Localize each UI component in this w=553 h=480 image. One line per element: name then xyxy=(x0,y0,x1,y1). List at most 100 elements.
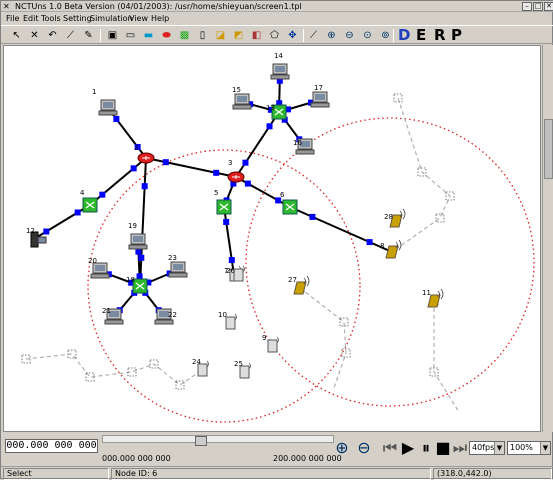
link-5-7 xyxy=(223,206,235,276)
toolbar-separator xyxy=(100,29,101,42)
hub-icon[interactable]: ▬ xyxy=(141,28,156,43)
node-label: 15 xyxy=(232,86,241,94)
mobile-node-icon[interactable]: ▯ xyxy=(195,28,210,43)
host-icon[interactable]: ▣ xyxy=(105,28,120,43)
zoom-in-icon[interactable]: ⊕ xyxy=(333,439,351,457)
topology-svg: 1234 5 6789101112131415161718192021 222324 2… xyxy=(21,52,535,423)
range-circle xyxy=(87,149,361,423)
move-icon[interactable]: ✥ xyxy=(285,28,300,43)
host-screen xyxy=(275,66,285,72)
stop-icon[interactable]: ■ xyxy=(434,439,452,457)
title-bar[interactable]: ✕ NCTUns 1.0 Beta Version (04/01/2003): … xyxy=(1,1,553,12)
node-15: 15 xyxy=(232,86,252,110)
menu-simulation[interactable]: Simulation xyxy=(90,13,133,25)
mode-run-button[interactable]: R xyxy=(434,27,446,44)
status-node-id: Node ID: 6 xyxy=(111,468,431,480)
menu-setting[interactable]: Setting xyxy=(63,13,92,25)
time-slider-thumb[interactable] xyxy=(195,436,208,446)
link-2-4 xyxy=(89,157,147,206)
maximize-button[interactable]: □ xyxy=(533,2,543,11)
zoom-value: 100% xyxy=(510,443,533,452)
menu-tools[interactable]: Tools xyxy=(41,13,61,25)
fps-select[interactable]: 40fps ▼ xyxy=(469,441,505,455)
bus-icon[interactable]: ◩ xyxy=(231,28,246,43)
close-button[interactable]: ✕ xyxy=(544,2,553,11)
movement-path xyxy=(433,301,460,413)
mobile-icon xyxy=(267,339,278,353)
play-icon[interactable]: ▶ xyxy=(399,439,417,457)
mobile-icon xyxy=(225,316,236,330)
host-base xyxy=(232,104,252,110)
host-screen xyxy=(103,102,113,108)
port-marker xyxy=(43,228,50,235)
node-label: 25 xyxy=(234,360,243,368)
switch-icon[interactable]: ▭ xyxy=(123,28,138,43)
node-20: 20 xyxy=(88,257,110,279)
zoom-out-icon[interactable]: ⊖ xyxy=(355,439,373,457)
vertical-scrollbar[interactable] xyxy=(542,45,553,432)
link-4-12 xyxy=(33,204,91,240)
mode-draw-button[interactable]: D xyxy=(398,27,410,44)
port-marker xyxy=(244,180,251,187)
wlan-ap-icon[interactable]: ▩ xyxy=(177,28,192,43)
port-marker xyxy=(366,239,373,246)
node-25: 25 xyxy=(234,360,251,379)
mode-play-button[interactable]: P xyxy=(451,27,462,44)
menu-edit[interactable]: Edit xyxy=(23,13,39,25)
node-label: 2 xyxy=(134,144,138,152)
zoom-select[interactable]: 100% ▼ xyxy=(507,441,551,455)
node-label: 21 xyxy=(102,307,111,315)
node-9: 9 xyxy=(262,334,279,353)
port-marker xyxy=(113,116,120,122)
fast-forward-icon[interactable]: ⏭ xyxy=(451,439,469,457)
node-label: 9 xyxy=(262,334,266,342)
scrollbar-thumb[interactable] xyxy=(544,119,553,179)
node-label: 19 xyxy=(128,222,137,230)
link-3-13 xyxy=(235,111,280,178)
port-marker xyxy=(242,159,249,166)
playback-panel: 000.000 000 000 000.000 000 000 200.000 … xyxy=(1,433,553,466)
movement-path xyxy=(391,97,451,253)
node-17: 17 xyxy=(310,84,330,108)
node-23: 23 xyxy=(168,254,188,278)
node-14: 14 xyxy=(270,52,290,80)
current-time-field[interactable]: 000.000 000 000 xyxy=(5,439,98,453)
menu-help[interactable]: Help xyxy=(151,13,169,25)
status-mode: Select xyxy=(3,468,109,480)
node-26: 26 xyxy=(226,265,245,282)
draw-icon[interactable]: ⟋ xyxy=(306,28,321,43)
menu-view[interactable]: View xyxy=(129,13,148,25)
status-bar: Select Node ID: 6 (318.0,442.0) xyxy=(1,466,553,480)
host-base xyxy=(310,102,330,108)
topology-canvas[interactable]: 1 2 3 4 5 6 7 8 9 10 11 12 13 14 15 16 17 18 19 20 21 22 23 24 2… xyxy=(3,45,541,432)
zoom-reset-icon[interactable]: ⊚ xyxy=(378,28,393,43)
pause-icon[interactable]: ⏸ xyxy=(417,439,435,457)
undo-icon[interactable]: ↶ xyxy=(45,28,60,43)
router-icon[interactable]: ⬬ xyxy=(159,28,174,43)
node-label: 1 xyxy=(92,88,96,96)
phone-icon[interactable]: ◪ xyxy=(213,28,228,43)
pointer-icon[interactable]: ↖ xyxy=(9,28,24,43)
host-base xyxy=(295,149,315,155)
mode-edit-button[interactable]: E xyxy=(416,27,426,44)
movement-path xyxy=(25,353,203,386)
zoom-fit-icon[interactable]: ⊙ xyxy=(360,28,375,43)
host-screen xyxy=(133,236,143,242)
time-slider[interactable] xyxy=(102,435,334,446)
link-icon[interactable]: ⟋ xyxy=(63,28,78,43)
zoom-out-icon[interactable]: ⊖ xyxy=(342,28,357,43)
rewind-icon[interactable]: ⏮ xyxy=(381,439,399,457)
toolbar: ↖ ✕ ↶ ⟋ ✎ ▣ ▭ ▬ ⬬ ▩ ▯ ◪ ◩ ◧ ⬠ ✥ ⟋ ⊕ ⊖ ⊙ … xyxy=(1,25,553,44)
zoom-in-icon[interactable]: ⊕ xyxy=(324,28,339,43)
port-marker xyxy=(309,213,316,220)
pen-icon[interactable]: ✎ xyxy=(81,28,96,43)
node-label: 10 xyxy=(218,311,227,319)
car-icon[interactable]: ◧ xyxy=(249,28,264,43)
minimize-button[interactable]: – xyxy=(522,2,532,11)
node-16: 16 xyxy=(293,138,315,155)
toolbar-separator xyxy=(393,29,394,42)
menu-file[interactable]: File xyxy=(6,13,19,25)
obstacle-icon[interactable]: ⬠ xyxy=(267,28,282,43)
delete-icon[interactable]: ✕ xyxy=(27,28,42,43)
node-28: 28 xyxy=(384,208,406,228)
